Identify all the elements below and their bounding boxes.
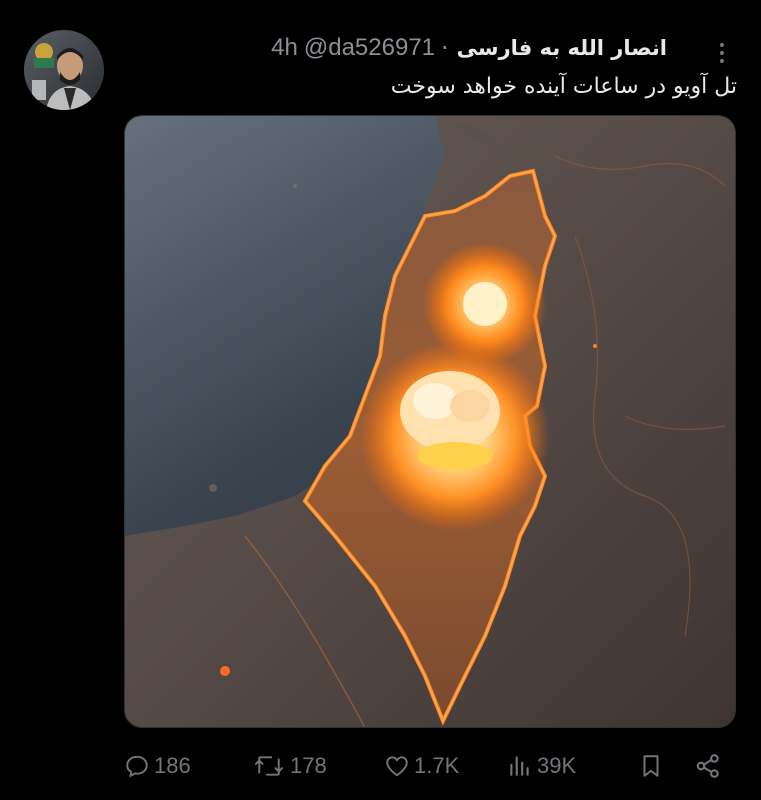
avatar[interactable] (24, 30, 104, 110)
like-count: 1.7K (414, 753, 460, 778)
heart-icon (386, 756, 408, 777)
share-button[interactable] (694, 746, 722, 786)
display-name[interactable]: انصار الله به فارسی (457, 36, 667, 60)
share-icon (696, 754, 719, 778)
tweet-image[interactable] (124, 115, 736, 728)
action-bar: 186 178 1.7K 39K (124, 746, 736, 786)
reply-button[interactable]: 186 (124, 746, 191, 786)
bookmark-icon (643, 755, 659, 777)
more-dots-icon (720, 43, 724, 47)
tweet-text: تل آویو در ساعات آینده خواهد سوخت (390, 74, 737, 99)
reply-count: 186 (154, 753, 191, 778)
timestamp[interactable]: 4h (271, 34, 298, 62)
like-button[interactable]: 1.7K (384, 746, 459, 786)
repost-count: 178 (290, 753, 327, 778)
bookmark-button[interactable] (638, 746, 664, 786)
view-count: 39K (537, 753, 577, 778)
tweet-card[interactable]: انصار الله به فارسی @da526971 · 4h تل آو… (0, 10, 761, 800)
separator-dot: · (441, 34, 449, 62)
handle-group: @da526971 · 4h (271, 34, 449, 62)
more-options-button[interactable] (710, 38, 734, 68)
map-image-graphic (125, 116, 735, 727)
speech-bubble-icon (126, 755, 148, 778)
bar-chart-icon (510, 756, 529, 776)
top-divider (0, 0, 761, 10)
tweet-header: انصار الله به فارسی @da526971 · 4h (271, 32, 667, 64)
repost-arrows-icon (255, 756, 283, 776)
repost-button[interactable]: 178 (252, 746, 327, 786)
user-handle[interactable]: @da526971 (304, 34, 435, 62)
views-button[interactable]: 39K (507, 746, 576, 786)
